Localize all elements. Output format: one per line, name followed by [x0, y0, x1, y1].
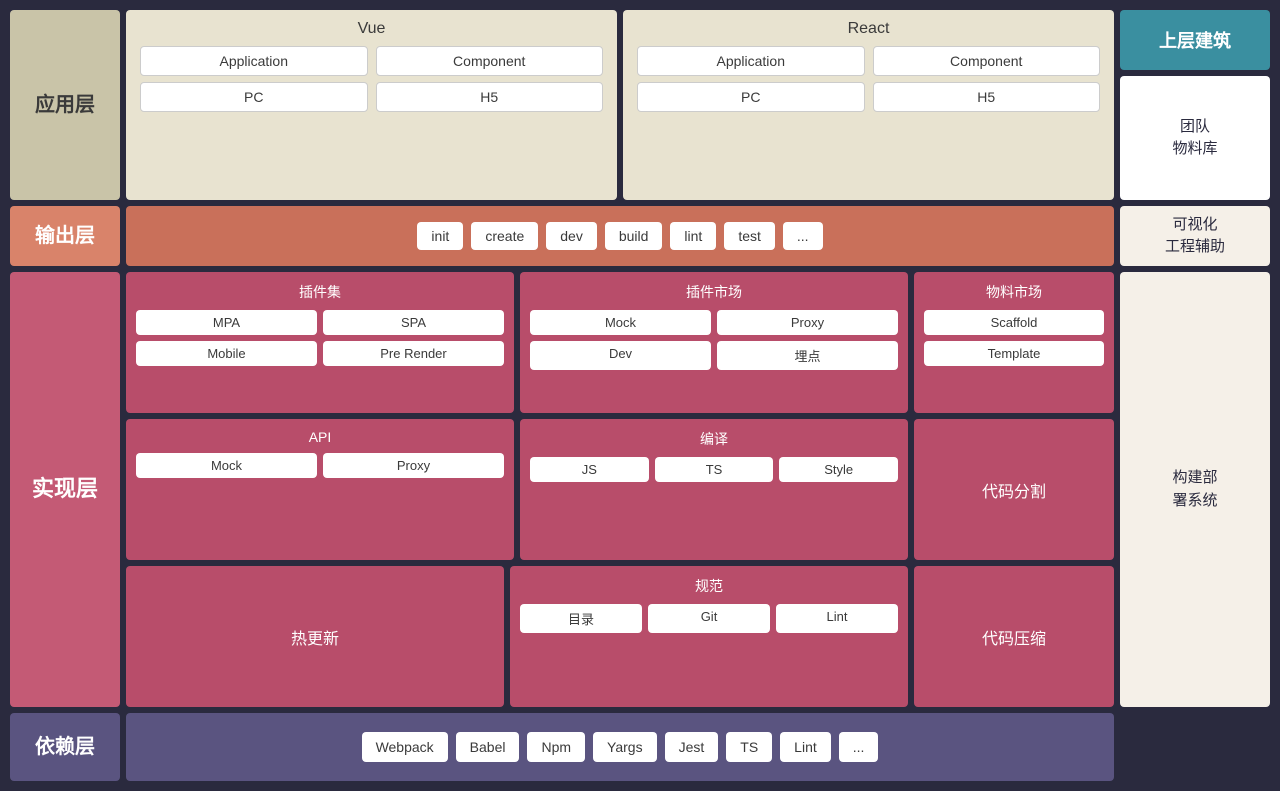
- vue-framework: Vue Application Component PC H5: [126, 10, 617, 200]
- plugin-spa: SPA: [323, 310, 504, 335]
- plugin-set-row1: MPA SPA: [136, 310, 504, 335]
- dep-lint: Lint: [780, 732, 831, 762]
- impl-section: 实现层 插件集 MPA SPA Mobile Pre Render: [10, 272, 1270, 707]
- react-component: Component: [873, 46, 1101, 76]
- react-pc: PC: [637, 82, 865, 112]
- plugin-mobile: Mobile: [136, 341, 317, 366]
- plugin-set-block: 插件集 MPA SPA Mobile Pre Render: [126, 272, 514, 413]
- sidebar-impl: 构建部署系统: [1120, 272, 1270, 707]
- react-application: Application: [637, 46, 865, 76]
- impl-row2: API Mock Proxy 编译 JS TS Style: [126, 419, 1114, 560]
- react-row2: PC H5: [637, 82, 1100, 112]
- material-row2: Template: [924, 341, 1104, 366]
- material-row1: Scaffold: [924, 310, 1104, 335]
- impl-row3: 热更新 规范 目录 Git Lint 代码压缩: [126, 566, 1114, 707]
- main-container: 应用层 Vue Application Component PC H5 Reac…: [10, 10, 1270, 781]
- output-more: ...: [783, 222, 823, 250]
- api-proxy: Proxy: [323, 453, 504, 478]
- dep-jest: Jest: [665, 732, 719, 762]
- dep-webpack: Webpack: [362, 732, 448, 762]
- compile-block: 编译 JS TS Style: [520, 419, 908, 560]
- spec-title: 规范: [520, 576, 898, 596]
- impl-layer-label: 实现层: [10, 272, 120, 707]
- hotreload-label: 热更新: [291, 625, 339, 649]
- code-compress-label: 代码压缩: [982, 625, 1046, 649]
- vue-h5: H5: [376, 82, 604, 112]
- vue-row2: PC H5: [140, 82, 603, 112]
- impl-row1: 插件集 MPA SPA Mobile Pre Render 插件市场 Mock: [126, 272, 1114, 413]
- compile-row1: JS TS Style: [530, 457, 898, 482]
- sidebar-item-material: 团队物料库: [1120, 76, 1270, 200]
- plugin-market-title: 插件市场: [530, 282, 898, 302]
- spec-git: Git: [648, 604, 770, 633]
- material-template: Template: [924, 341, 1104, 366]
- compile-title: 编译: [530, 429, 898, 449]
- market-mock: Mock: [530, 310, 711, 335]
- dep-ts: TS: [726, 732, 772, 762]
- vue-title: Vue: [140, 20, 603, 38]
- app-layer-label: 应用层: [10, 10, 120, 200]
- react-row1: Application Component: [637, 46, 1100, 76]
- spec-dir: 目录: [520, 604, 642, 633]
- plugin-market-row2: Dev 埋点: [530, 341, 898, 370]
- sidebar-spacer-output: 可视化工程辅助: [1120, 206, 1270, 266]
- market-proxy: Proxy: [717, 310, 898, 335]
- react-title: React: [637, 20, 1100, 38]
- top-section: 应用层 Vue Application Component PC H5 Reac…: [10, 10, 1270, 200]
- dep-layer-label: 依赖层: [10, 713, 120, 781]
- plugin-set-row2: Mobile Pre Render: [136, 341, 504, 366]
- dep-npm: Npm: [527, 732, 585, 762]
- hotreload-block: 热更新: [126, 566, 504, 707]
- output-test: test: [724, 222, 775, 250]
- output-lint: lint: [670, 222, 716, 250]
- react-h5: H5: [873, 82, 1101, 112]
- api-title: API: [136, 429, 504, 445]
- output-create: create: [471, 222, 538, 250]
- api-mock: Mock: [136, 453, 317, 478]
- compile-style: Style: [779, 457, 898, 482]
- plugin-market-block: 插件市场 Mock Proxy Dev 埋点: [520, 272, 908, 413]
- spec-block: 规范 目录 Git Lint: [510, 566, 908, 707]
- material-market-title: 物料市场: [924, 282, 1104, 302]
- sidebar-header: 上层建筑: [1120, 10, 1270, 70]
- dep-section: 依赖层 Webpack Babel Npm Yargs Jest TS Lint…: [10, 713, 1270, 781]
- material-scaffold: Scaffold: [924, 310, 1104, 335]
- dep-more: ...: [839, 732, 879, 762]
- right-sidebar: 上层建筑 团队物料库: [1120, 10, 1270, 200]
- dep-content: Webpack Babel Npm Yargs Jest TS Lint ...: [126, 713, 1114, 781]
- vue-row1: Application Component: [140, 46, 603, 76]
- output-build: build: [605, 222, 663, 250]
- market-tracking: 埋点: [717, 341, 898, 370]
- api-row1: Mock Proxy: [136, 453, 504, 478]
- plugin-set-title: 插件集: [136, 282, 504, 302]
- code-split-block: 代码分割: [914, 419, 1114, 560]
- plugin-mpa: MPA: [136, 310, 317, 335]
- output-content: init create dev build lint test ...: [126, 206, 1114, 266]
- sidebar-item-build: 构建部署系统: [1120, 272, 1270, 707]
- vue-application: Application: [140, 46, 368, 76]
- dep-babel: Babel: [456, 732, 520, 762]
- compile-ts: TS: [655, 457, 774, 482]
- vue-component: Component: [376, 46, 604, 76]
- spec-lint: Lint: [776, 604, 898, 633]
- impl-content: 插件集 MPA SPA Mobile Pre Render 插件市场 Mock: [126, 272, 1114, 707]
- output-dev: dev: [546, 222, 597, 250]
- spec-row1: 目录 Git Lint: [520, 604, 898, 633]
- code-split-label: 代码分割: [982, 478, 1046, 502]
- material-market-block: 物料市场 Scaffold Template: [914, 272, 1114, 413]
- plugin-prerender: Pre Render: [323, 341, 504, 366]
- plugin-market-row1: Mock Proxy: [530, 310, 898, 335]
- code-compress-block: 代码压缩: [914, 566, 1114, 707]
- react-framework: React Application Component PC H5: [623, 10, 1114, 200]
- api-block: API Mock Proxy: [126, 419, 514, 560]
- vue-pc: PC: [140, 82, 368, 112]
- dep-yargs: Yargs: [593, 732, 657, 762]
- output-section: 输出层 init create dev build lint test ... …: [10, 206, 1270, 266]
- sidebar-item-visual: 可视化工程辅助: [1120, 206, 1270, 266]
- output-init: init: [417, 222, 463, 250]
- compile-js: JS: [530, 457, 649, 482]
- market-dev: Dev: [530, 341, 711, 370]
- output-layer-label: 输出层: [10, 206, 120, 266]
- sidebar-dep-spacer: [1120, 713, 1270, 781]
